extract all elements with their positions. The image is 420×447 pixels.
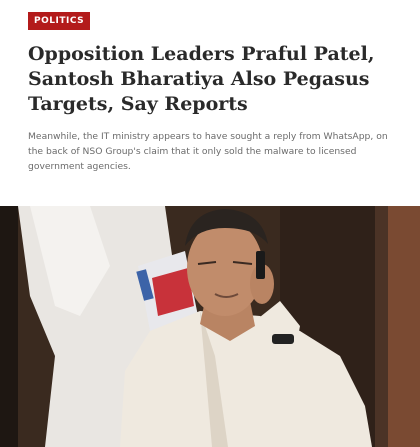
man-on-phone-photo: [0, 206, 420, 447]
article-headline[interactable]: Opposition Leaders Praful Patel, Santosh…: [28, 42, 398, 117]
category-badge[interactable]: Politics: [28, 12, 91, 30]
article-photo[interactable]: [0, 206, 420, 447]
article-summary: Meanwhile, the IT ministry appears to ha…: [28, 131, 388, 172]
